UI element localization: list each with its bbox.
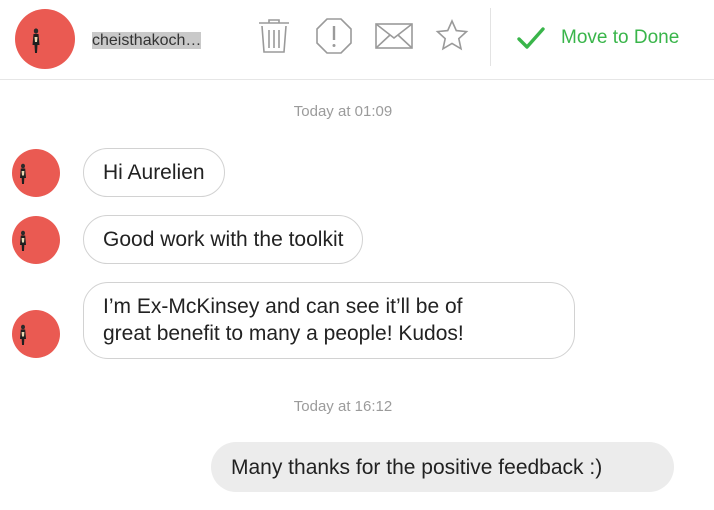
contact-username[interactable]: cheisthakoch… [92,32,216,50]
move-to-done-label: Move to Done [561,27,680,48]
incoming-message[interactable]: I’m Ex-McKinsey and can see it’ll be of … [83,282,575,359]
check-icon [517,27,545,49]
envelope-icon[interactable] [374,16,414,56]
incoming-message[interactable]: Good work with the toolkit [83,215,364,264]
header-divider [490,8,491,66]
star-icon[interactable] [432,16,472,56]
message-avatar[interactable] [12,149,60,197]
contact-avatar[interactable] [15,9,75,69]
incoming-message[interactable]: Hi Aurelien [83,148,225,197]
avatar-figure-icon [20,324,26,345]
conversation-header: cheisthakoch… Move to Done [0,0,714,80]
outgoing-message[interactable]: Many thanks for the positive feedback :) [211,442,674,492]
move-to-done-button[interactable]: Move to Done [515,20,700,56]
message-avatar[interactable] [12,216,60,264]
alert-octagon-icon[interactable] [314,16,354,56]
message-avatar[interactable] [12,310,60,358]
avatar-figure-icon [32,28,40,53]
timestamp: Today at 16:12 [293,398,393,415]
timestamp: Today at 01:09 [293,103,393,120]
trash-icon[interactable] [254,16,294,56]
avatar-figure-icon [20,163,26,184]
avatar-figure-icon [20,230,26,251]
